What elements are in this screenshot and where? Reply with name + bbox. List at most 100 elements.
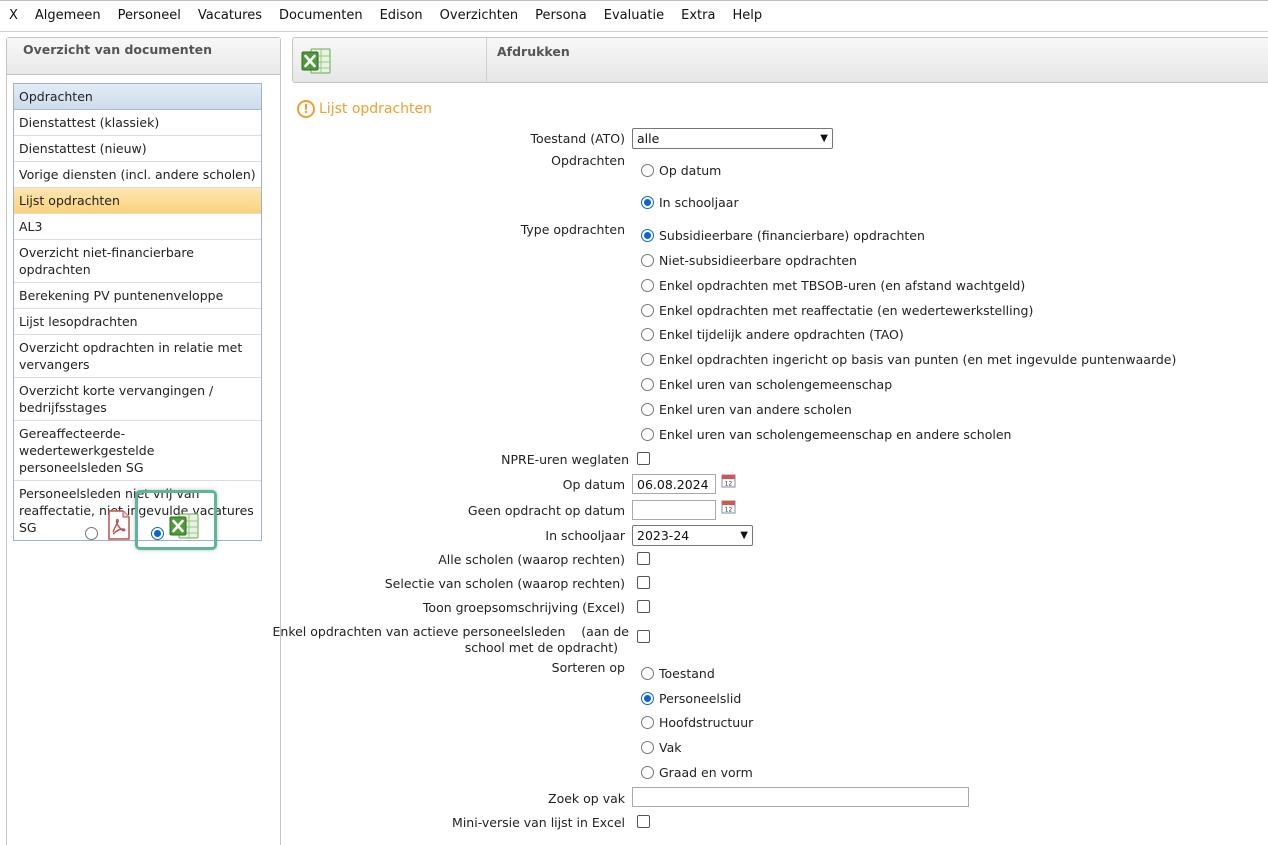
print-title: Afdrukken xyxy=(497,44,570,59)
doc-item-gereaffecteerde[interactable]: Gereaffecteerde-wedertewerkgestelde pers… xyxy=(14,421,261,481)
menu-evaluatie[interactable]: Evaluatie xyxy=(595,1,672,31)
menu-algemeen[interactable]: Algemeen xyxy=(26,1,109,31)
radio-button[interactable] xyxy=(641,692,654,705)
excel-icon[interactable] xyxy=(169,512,199,540)
menu-personeel[interactable]: Personeel xyxy=(109,1,189,31)
radio-button[interactable] xyxy=(641,716,654,729)
menu-close[interactable]: X xyxy=(0,1,26,31)
menu-overzichten[interactable]: Overzichten xyxy=(431,1,526,31)
enkel-actieve-label-line1: Enkel opdrachten van actieve personeelsl… xyxy=(272,624,630,639)
radio-button[interactable] xyxy=(641,403,654,416)
radio-button[interactable] xyxy=(641,304,654,317)
enkel-actieve-checkbox[interactable] xyxy=(637,630,650,643)
op-datum-input[interactable]: 06.08.2024 xyxy=(632,474,716,494)
doc-item-vorige-diensten[interactable]: Vorige diensten (incl. andere scholen) xyxy=(14,162,261,188)
zoek-op-vak-input[interactable] xyxy=(632,787,969,807)
option-label: Personeelslid xyxy=(659,691,742,706)
option-label: Enkel uren van andere scholen xyxy=(659,402,852,417)
sorteren-option-vak[interactable]: Vak xyxy=(641,740,681,755)
opdrachten-option-in-schooljaar[interactable]: In schooljaar xyxy=(641,195,739,210)
section-title-text: Lijst opdrachten xyxy=(319,101,433,117)
npre-checkbox[interactable] xyxy=(637,452,650,465)
pdf-icon[interactable] xyxy=(107,510,131,540)
sorteren-label: Sorteren op xyxy=(551,660,625,675)
radio-button[interactable] xyxy=(641,766,654,779)
schooljaar-select[interactable]: 2023-24 ▼ xyxy=(632,525,753,546)
enkel-actieve-label-line2: school met de opdracht) xyxy=(464,640,618,655)
excel-icon[interactable] xyxy=(301,47,331,75)
opdrachten-label: Opdrachten xyxy=(551,153,625,168)
doc-item-dienstattest-nieuw[interactable]: Dienstattest (nieuw) xyxy=(14,136,261,162)
doc-item-lesopdrachten[interactable]: Lijst lesopdrachten xyxy=(14,309,261,335)
option-label: Subsidieerbare (financierbare) opdrachte… xyxy=(659,228,925,243)
doc-item-dienstattest-klassiek[interactable]: Dienstattest (klassiek) xyxy=(14,110,261,136)
excel-format-radio[interactable] xyxy=(151,527,164,540)
mini-versie-checkbox[interactable] xyxy=(637,815,650,828)
type-option-niet-subsidieerbare[interactable]: Niet-subsidieerbare opdrachten xyxy=(641,253,857,268)
menu-vacatures[interactable]: Vacatures xyxy=(189,1,270,31)
document-list: Opdrachten Dienstattest (klassiek) Diens… xyxy=(13,83,262,541)
type-option-andere-scholen[interactable]: Enkel uren van andere scholen xyxy=(641,402,852,417)
menu-persona[interactable]: Persona xyxy=(526,1,595,31)
opdrachten-option-op-datum[interactable]: Op datum xyxy=(641,163,721,178)
radio-button[interactable] xyxy=(641,741,654,754)
sorteren-option-graad-en-vorm[interactable]: Graad en vorm xyxy=(641,765,753,780)
print-toolbar: Afdrukken xyxy=(292,37,1268,83)
radio-button[interactable] xyxy=(641,164,654,177)
toestand-value: alle xyxy=(637,131,660,146)
radio-button[interactable] xyxy=(641,328,654,341)
doc-item-niet-financierbare[interactable]: Overzicht niet-financierbare opdrachten xyxy=(14,240,261,283)
radio-button[interactable] xyxy=(641,254,654,267)
radio-button[interactable] xyxy=(641,279,654,292)
menu-help[interactable]: Help xyxy=(723,1,770,31)
type-option-scholengemeenschap[interactable]: Enkel uren van scholengemeenschap xyxy=(641,377,892,392)
doc-item-al3[interactable]: AL3 xyxy=(14,214,261,240)
doc-item-relatie-vervangers[interactable]: Overzicht opdrachten in relatie met verv… xyxy=(14,335,261,378)
type-option-sg-en-andere[interactable]: Enkel uren van scholengemeenschap en and… xyxy=(641,427,1011,442)
pdf-format-radio[interactable] xyxy=(85,527,98,540)
type-option-tbsob[interactable]: Enkel opdrachten met TBSOB-uren (en afst… xyxy=(641,278,1025,293)
menu-bar: X Algemeen Personeel Vacatures Documente… xyxy=(0,0,1268,32)
toon-groep-checkbox[interactable] xyxy=(637,600,650,613)
selectie-scholen-checkbox[interactable] xyxy=(637,576,650,589)
menu-edison[interactable]: Edison xyxy=(371,1,431,31)
sorteren-option-hoofdstructuur[interactable]: Hoofdstructuur xyxy=(641,715,753,730)
geen-opdracht-label: Geen opdracht op datum xyxy=(467,503,625,518)
schooljaar-value: 2023-24 xyxy=(637,528,690,543)
menu-extra[interactable]: Extra xyxy=(672,1,723,31)
doc-item-korte-vervangingen[interactable]: Overzicht korte vervangingen / bedrijfss… xyxy=(14,378,261,421)
calendar-icon[interactable]: 12 xyxy=(721,499,736,514)
radio-button[interactable] xyxy=(641,353,654,366)
menu-documenten[interactable]: Documenten xyxy=(270,1,371,31)
doc-item-opdrachten[interactable]: Opdrachten xyxy=(14,84,261,110)
type-option-punten[interactable]: Enkel opdrachten ingericht op basis van … xyxy=(641,352,1176,367)
documents-panel: Overzicht van documenten Opdrachten Dien… xyxy=(6,37,281,845)
schooljaar-label: In schooljaar xyxy=(545,528,625,543)
output-format-selector xyxy=(83,490,233,552)
radio-button[interactable] xyxy=(641,667,654,680)
sorteren-option-toestand[interactable]: Toestand xyxy=(641,666,715,681)
toon-groep-label: Toon groepsomschrijving (Excel) xyxy=(422,600,625,615)
doc-item-pv-puntenenveloppe[interactable]: Berekening PV puntenenveloppe xyxy=(14,283,261,309)
alle-scholen-checkbox[interactable] xyxy=(637,552,650,565)
radio-button[interactable] xyxy=(641,196,654,209)
toestand-label: Toestand (ATO) xyxy=(530,131,625,146)
type-option-tao[interactable]: Enkel tijdelijk andere opdrachten (TAO) xyxy=(641,327,904,342)
svg-text:12: 12 xyxy=(725,507,733,514)
option-label: Enkel uren van scholengemeenschap xyxy=(659,377,893,392)
chevron-down-icon: ▼ xyxy=(820,133,828,144)
svg-text:12: 12 xyxy=(725,481,733,488)
radio-button[interactable] xyxy=(641,229,654,242)
geen-opdracht-input[interactable] xyxy=(632,500,716,520)
radio-button[interactable] xyxy=(641,378,654,391)
option-label: In schooljaar xyxy=(659,195,739,210)
doc-item-lijst-opdrachten[interactable]: Lijst opdrachten xyxy=(14,188,261,214)
type-option-subsidieerbare[interactable]: Subsidieerbare (financierbare) opdrachte… xyxy=(641,228,925,243)
type-option-reaffectatie[interactable]: Enkel opdrachten met reaffectatie (en we… xyxy=(641,303,1033,318)
sorteren-option-personeelslid[interactable]: Personeelslid xyxy=(641,691,741,706)
selectie-scholen-label: Selectie van scholen (waarop rechten) xyxy=(384,576,625,591)
calendar-icon[interactable]: 12 xyxy=(721,473,736,488)
radio-button[interactable] xyxy=(641,428,654,441)
option-label: Enkel tijdelijk andere opdrachten (TAO) xyxy=(659,327,904,342)
toestand-select[interactable]: alle ▼ xyxy=(632,128,833,149)
